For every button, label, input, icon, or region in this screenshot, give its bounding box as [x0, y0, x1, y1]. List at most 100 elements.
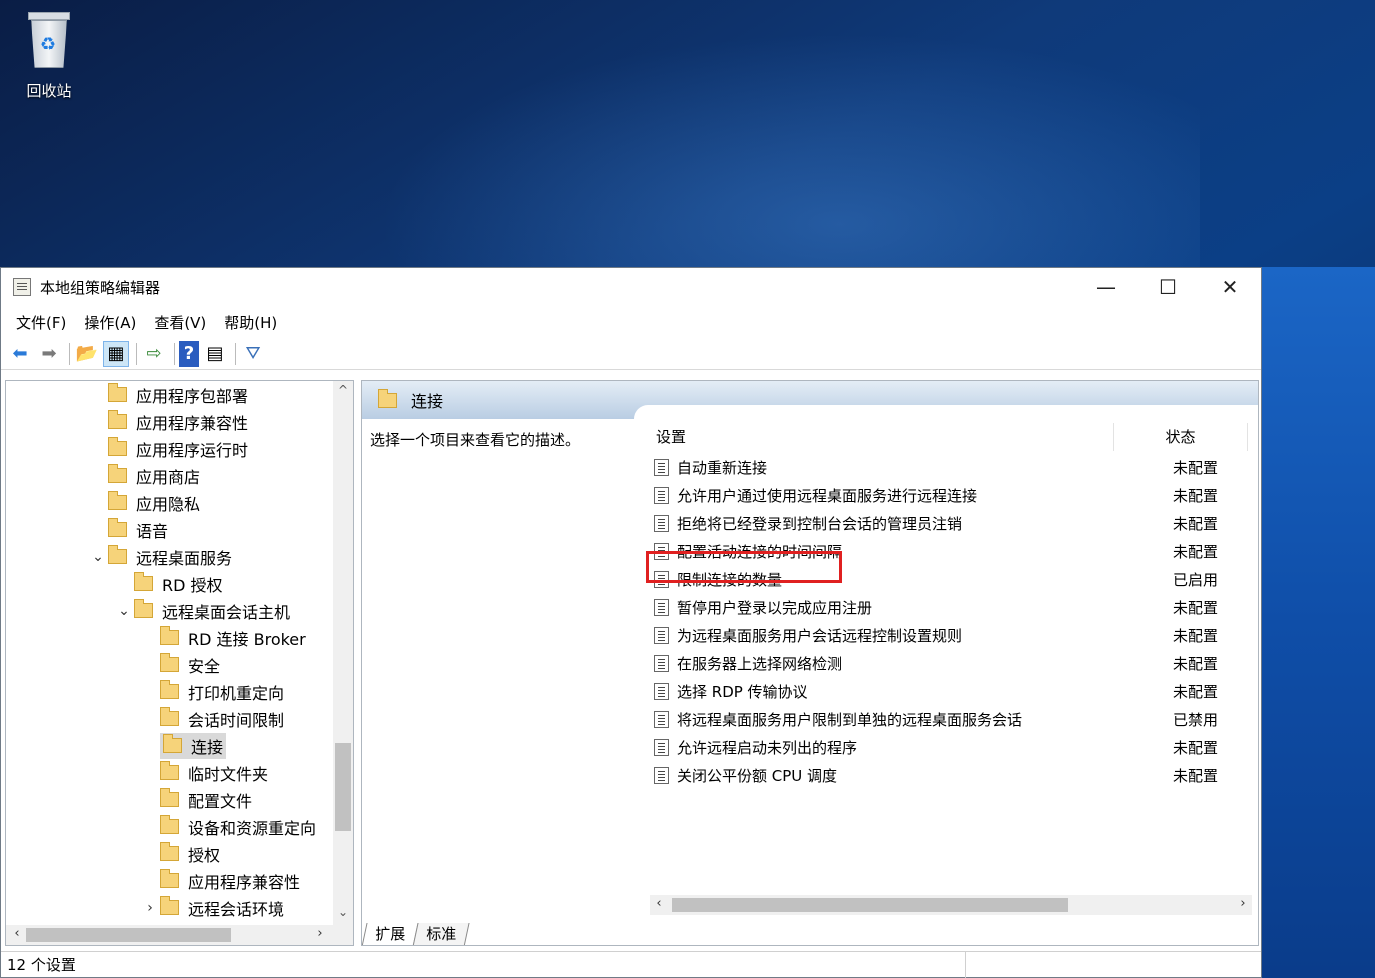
tree-item[interactable]: 设备和资源重定向 [140, 813, 316, 840]
tree-item[interactable]: 临时文件夹 [140, 759, 268, 786]
title-bar[interactable]: 本地组策略编辑器 — ☐ ✕ [1, 268, 1261, 306]
scroll-thumb[interactable] [335, 743, 351, 831]
setting-name: 拒绝将已经登录到控制台会话的管理员注销 [677, 514, 963, 533]
tree-item[interactable]: RD 授权 [114, 570, 223, 597]
setting-row[interactable]: 自动重新连接 未配置 [654, 453, 1254, 481]
setting-state: 未配置 [1173, 654, 1219, 673]
folder-icon [134, 572, 153, 591]
toolbar-separator [136, 342, 137, 365]
scroll-thumb[interactable] [672, 898, 1068, 912]
tree-item[interactable]: 打印机重定向 [140, 678, 284, 705]
tree-item[interactable]: ⌄ 远程桌面服务 [88, 543, 232, 570]
policy-icon [654, 766, 669, 784]
help-icon[interactable]: ? [179, 340, 199, 367]
setting-state: 未配置 [1173, 738, 1219, 757]
folder-icon [160, 707, 179, 726]
tree-item[interactable]: 安全 [140, 651, 220, 678]
up-folder-icon[interactable]: 📂 [74, 341, 100, 367]
tree-pane: 应用程序包部署 应用程序兼容性 应用程序运行时 应用商店 应用隐私 语音 ⌄ 远程… [5, 380, 354, 946]
setting-state: 未配置 [1173, 598, 1219, 617]
setting-row[interactable]: 选择 RDP 传输协议 未配置 [654, 677, 1254, 705]
scroll-left-icon[interactable]: ‹ [650, 896, 668, 911]
forward-arrow-icon[interactable]: ➡ [36, 341, 62, 367]
tree-item-label: RD 连接 Broker [188, 629, 306, 649]
tree-item[interactable]: 应用程序兼容性 [88, 408, 248, 435]
chevron-down-icon[interactable]: ⌄ [114, 603, 134, 619]
policy-icon [654, 682, 669, 700]
details-header-title: 连接 [411, 392, 444, 411]
setting-row[interactable]: 将远程桌面服务用户限制到单独的远程桌面服务会话 已禁用 [654, 705, 1254, 733]
scroll-right-icon[interactable]: › [1234, 896, 1252, 911]
folder-icon [108, 545, 127, 564]
menu-view[interactable]: 查看(V) [145, 312, 215, 333]
tree-horizontal-scrollbar[interactable]: ‹ › [6, 925, 353, 945]
desktop-background-right [1262, 267, 1375, 978]
menu-action[interactable]: 操作(A) [75, 312, 145, 333]
folder-icon [108, 383, 127, 402]
menu-help[interactable]: 帮助(H) [215, 312, 286, 333]
tree-item[interactable]: 应用商店 [88, 462, 200, 489]
menu-file[interactable]: 文件(F) [7, 312, 75, 333]
back-arrow-icon[interactable]: ⬅ [7, 341, 33, 367]
column-header-state[interactable]: 状态 [1114, 423, 1248, 451]
policy-icon [654, 514, 669, 532]
setting-state: 已启用 [1173, 570, 1219, 589]
tree-item[interactable]: 配置文件 [140, 786, 252, 813]
tab-standard[interactable]: 标准 [412, 923, 470, 945]
tree-item[interactable]: 应用程序兼容性 [140, 867, 300, 894]
scroll-left-icon[interactable]: ‹ [8, 926, 26, 941]
recycle-bin-shortcut[interactable]: ♻ 回收站 [14, 12, 84, 101]
tree-vertical-scrollbar[interactable]: ^ ⌄ [333, 381, 353, 925]
tree-item[interactable]: 应用程序运行时 [88, 435, 248, 462]
tree-item-label: 设备和资源重定向 [188, 818, 317, 838]
tree-item-label: 连接 [191, 737, 224, 757]
scroll-down-icon[interactable]: ⌄ [333, 905, 353, 923]
export-list-icon[interactable]: ⇨ [141, 341, 167, 367]
tree-item[interactable]: ⌄ 远程桌面会话主机 [114, 597, 290, 624]
setting-row[interactable]: 允许用户通过使用远程桌面服务进行远程连接 未配置 [654, 481, 1254, 509]
policy-icon [654, 654, 669, 672]
close-button[interactable]: ✕ [1199, 268, 1261, 306]
filter-icon[interactable]: ⛛ [240, 341, 266, 367]
setting-row[interactable]: 关闭公平份额 CPU 调度 未配置 [654, 761, 1254, 789]
tab-extended[interactable]: 扩展 [362, 923, 419, 945]
details-horizontal-scrollbar[interactable]: ‹ › [650, 895, 1252, 915]
gpedit-window: 本地组策略编辑器 — ☐ ✕ 文件(F) 操作(A) 查看(V) 帮助(H) ⬅… [0, 267, 1262, 978]
maximize-button[interactable]: ☐ [1137, 268, 1199, 306]
policy-icon [654, 486, 669, 504]
tree-item-label: 应用程序兼容性 [136, 413, 249, 433]
setting-row[interactable]: 拒绝将已经登录到控制台会话的管理员注销 未配置 [654, 509, 1254, 537]
scroll-right-icon[interactable]: › [311, 926, 329, 941]
folder-icon [108, 491, 127, 510]
chevron-right-icon[interactable]: › [140, 900, 160, 916]
tree-item[interactable]: 应用程序包部署 [88, 381, 248, 408]
header-notch [634, 405, 1258, 421]
column-header-setting[interactable]: 设置 [648, 423, 1115, 451]
tree-item[interactable]: 语音 [88, 516, 168, 543]
minimize-button[interactable]: — [1075, 268, 1137, 306]
setting-row[interactable]: 为远程桌面服务用户会话远程控制设置规则 未配置 [654, 621, 1254, 649]
tree-item-label: 应用程序运行时 [136, 440, 249, 460]
tree-item[interactable]: 授权 [140, 840, 220, 867]
view-tabs: 扩展 标准 [362, 921, 470, 945]
tree-item-label: 应用商店 [136, 467, 201, 487]
properties-icon[interactable]: ▤ [202, 341, 228, 367]
tree-item[interactable]: › 远程会话环境 [140, 894, 284, 921]
tree-item-label: 远程桌面会话主机 [162, 602, 291, 622]
folder-icon [108, 464, 127, 483]
scroll-thumb[interactable] [26, 928, 231, 942]
tree-item[interactable]: 应用隐私 [88, 489, 200, 516]
tree-item[interactable]: 会话时间限制 [140, 705, 284, 732]
policy-icon [654, 598, 669, 616]
show-hide-tree-icon[interactable]: ▦ [103, 340, 129, 367]
tree-item-selected[interactable]: 连接 [140, 732, 227, 759]
tree-item[interactable]: RD 连接 Broker [140, 624, 306, 651]
setting-row[interactable]: 暂停用户登录以完成应用注册 未配置 [654, 593, 1254, 621]
scroll-up-icon[interactable]: ^ [333, 383, 353, 401]
chevron-down-icon[interactable]: ⌄ [88, 549, 108, 565]
setting-row[interactable]: 允许远程启动未列出的程序 未配置 [654, 733, 1254, 761]
tab-extended-label: 扩展 [375, 925, 406, 943]
setting-row[interactable]: 在服务器上选择网络检测 未配置 [654, 649, 1254, 677]
setting-state: 已禁用 [1173, 710, 1219, 729]
toolbar: ⬅ ➡ 📂 ▦ ⇨ ? ▤ ⛛ [1, 338, 1261, 370]
